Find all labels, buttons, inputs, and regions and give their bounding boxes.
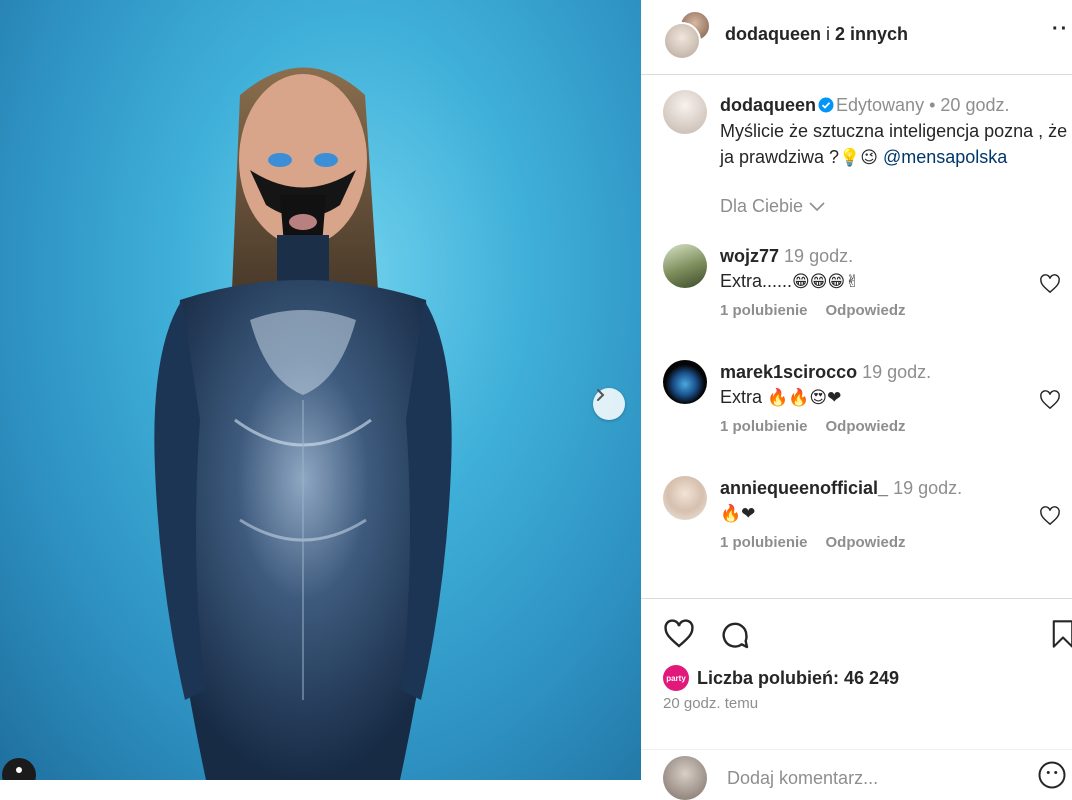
mention-link[interactable]: @mensapolska [883,147,1007,167]
avatar[interactable] [663,476,707,520]
separator: • [929,95,936,115]
avatar[interactable] [663,360,707,404]
chevron-down-icon [809,201,825,211]
caption-username[interactable]: dodaqueen [720,95,816,115]
next-photo-button[interactable] [593,388,625,420]
comment-username[interactable]: marek1scirocco [720,362,857,382]
party-badge: party [663,665,689,691]
bookmark-icon[interactable] [1051,619,1072,649]
comment-meta: 1 polubienie Odpowiedz [720,534,906,551]
likes-summary[interactable]: party Liczba polubień: 46 249 [663,665,899,691]
avatar[interactable] [663,244,707,288]
caption-text: dodaqueen Edytowany • 20 godz. Myślicie … [720,92,1070,171]
avatar [663,756,707,800]
comment-icon[interactable] [719,619,751,651]
comment-body: wojz77 19 godz. Extra......😁😁😁✌ [720,244,1020,295]
chevron-right-icon [597,389,605,401]
comment-text: Extra [720,387,768,407]
collab-avatars[interactable] [663,10,713,60]
verified-icon [818,97,834,113]
author-connector: i [821,24,836,44]
reply-button[interactable]: Odpowiedz [826,302,906,319]
comment-username[interactable]: wojz77 [720,246,779,266]
comment-body: marek1scirocco 19 godz. Extra 🔥🔥😍❤ [720,360,1020,411]
comment-username[interactable]: anniequeenofficial_ [720,478,888,498]
add-comment-input[interactable]: Dodaj komentarz... [727,768,878,789]
comment-likes[interactable]: 1 polubienie [720,534,808,551]
comment-item: wojz77 19 godz. Extra......😁😁😁✌ 1 polubi… [663,244,1072,334]
comment-likes[interactable]: 1 polubienie [720,418,808,435]
comment-emoji: 🔥🔥😍❤ [767,388,842,408]
likes-count[interactable]: Liczba polubień: 46 249 [697,668,899,689]
avatar [663,22,701,60]
more-options-button[interactable]: ·· [1052,18,1069,41]
heart-icon[interactable] [663,619,695,649]
post-actions: party Liczba polubień: 46 249 20 godz. t… [641,598,1072,800]
author-username[interactable]: dodaqueen [725,24,821,44]
avatar[interactable] [663,90,707,134]
edited-label: Edytowany [836,95,925,115]
comment-filter[interactable]: Dla Ciebie [720,196,825,217]
comment-meta: 1 polubienie Odpowiedz [720,302,906,319]
post-author-title[interactable]: dodaqueen i 2 innych [725,24,908,45]
post-side-panel: dodaqueen i 2 innych ·· dodaqueen Edytow… [641,0,1072,800]
filter-label: Dla Ciebie [720,196,804,216]
add-comment-bar: Dodaj komentarz... [641,749,1072,800]
comment-text: Extra...... [720,271,793,291]
collaborators-link[interactable]: 2 innych [835,24,908,44]
comment-emoji: 😁😁😁✌ [792,272,860,292]
photo-illustration [154,67,452,780]
reply-button[interactable]: Odpowiedz [826,418,906,435]
comment-emoji: 🔥❤ [720,504,756,524]
comment-likes[interactable]: 1 polubienie [720,302,808,319]
comment-time[interactable]: 19 godz. [862,362,931,382]
comment-item: marek1scirocco 19 godz. Extra 🔥🔥😍❤ 1 pol… [663,360,1072,450]
caption-time[interactable]: 20 godz. [940,95,1009,115]
comment-body: anniequeenofficial_ 19 godz. 🔥❤ [720,476,1020,527]
comment-item: anniequeenofficial_ 19 godz. 🔥❤ 1 polubi… [663,476,1072,566]
heart-icon[interactable] [1039,506,1061,526]
post-photo[interactable] [0,0,641,780]
heart-icon[interactable] [1039,274,1061,294]
comment-time[interactable]: 19 godz. [893,478,962,498]
reply-button[interactable]: Odpowiedz [826,534,906,551]
emoji-icon[interactable] [1037,760,1067,790]
comment-time[interactable]: 19 godz. [784,246,853,266]
caption-emoji: 💡😉 [839,148,878,168]
comment-meta: 1 polubienie Odpowiedz [720,418,906,435]
heart-icon[interactable] [1039,390,1061,410]
post-header: dodaqueen i 2 innych ·· [641,0,1072,75]
post-time[interactable]: 20 godz. temu [663,695,758,712]
